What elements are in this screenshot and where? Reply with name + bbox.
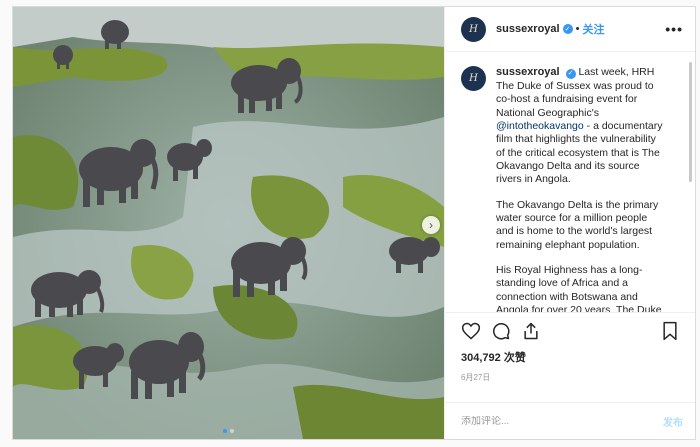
- verified-badge-icon: ✓: [565, 69, 576, 80]
- comment-icon[interactable]: [491, 321, 511, 341]
- caption-scrollbar[interactable]: [689, 62, 692, 182]
- avatar[interactable]: H: [461, 66, 486, 91]
- caption-area: H sussexroyal ✓ Last week, HRH The Duke …: [445, 52, 695, 312]
- instagram-post: › H sussexroyal ✓ • 关注 ••• H sussexroyal…: [12, 6, 696, 440]
- avatar-monogram: H: [469, 23, 478, 35]
- follow-button[interactable]: 关注: [582, 21, 604, 37]
- caption-paragraph: His Royal Highness has a long-standing l…: [496, 263, 662, 312]
- caption-username-link[interactable]: sussexroyal: [496, 66, 560, 78]
- post-header: H sussexroyal ✓ • 关注 •••: [445, 7, 695, 52]
- verified-badge-icon: ✓: [562, 24, 573, 34]
- post-sidebar: H sussexroyal ✓ • 关注 ••• H sussexroyal ✓…: [444, 7, 695, 439]
- username-link[interactable]: sussexroyal: [496, 23, 560, 35]
- mention-link[interactable]: @intotheokavango: [496, 120, 584, 132]
- carousel-dot: [230, 429, 234, 433]
- carousel-dots: [13, 429, 444, 433]
- comment-bar: 发布: [445, 402, 695, 439]
- caption-text: sussexroyal ✓ Last week, HRH The Duke of…: [496, 66, 667, 312]
- more-options-icon[interactable]: •••: [665, 21, 683, 37]
- share-icon[interactable]: [521, 321, 541, 341]
- bookmark-icon[interactable]: [661, 321, 679, 341]
- post-date[interactable]: 6月27日: [461, 372, 679, 383]
- heart-icon[interactable]: [461, 321, 481, 341]
- chevron-right-icon: ›: [429, 218, 433, 232]
- carousel-dot: [223, 429, 227, 433]
- avatar[interactable]: H: [461, 16, 486, 42]
- separator-dot: •: [575, 23, 580, 35]
- carousel-next-button[interactable]: ›: [422, 216, 440, 234]
- comment-input[interactable]: [461, 415, 663, 427]
- likes-count[interactable]: 304,792 次赞: [461, 349, 679, 365]
- post-comment-button[interactable]: 发布: [663, 414, 683, 429]
- post-actions: 304,792 次赞 6月27日: [445, 312, 695, 402]
- caption-paragraph: The Okavango Delta is the primary water …: [496, 198, 659, 251]
- avatar-monogram: H: [469, 73, 478, 84]
- post-photo[interactable]: ›: [13, 7, 444, 439]
- elephant-herd-photo: [13, 7, 444, 439]
